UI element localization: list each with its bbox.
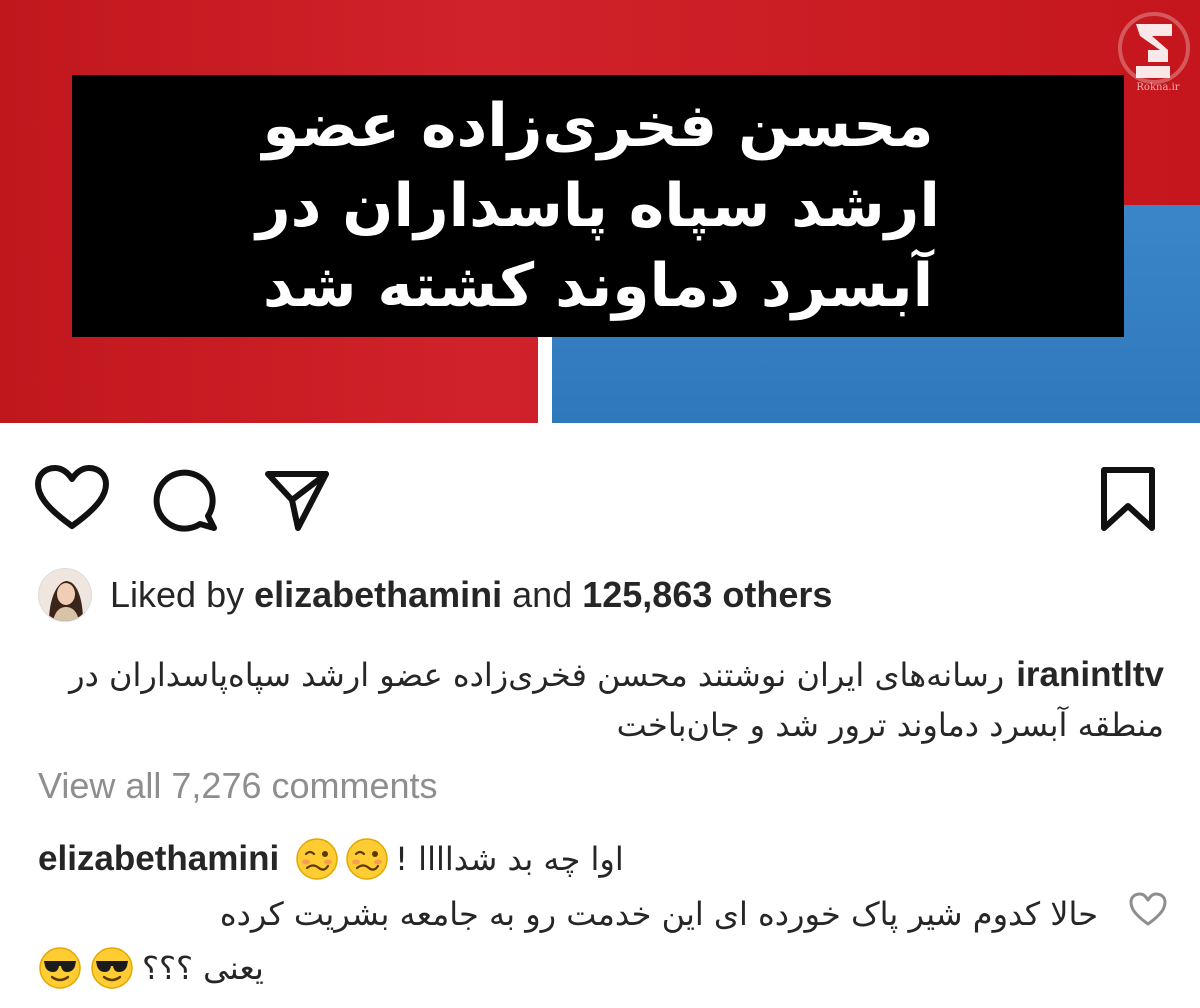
likes-prefix: Liked by [110, 574, 255, 615]
comment-header: elizabethamini اوا چه بد شداااا ! [38, 832, 624, 886]
likes-user-link[interactable]: elizabethamini [254, 574, 502, 615]
likes-count-link[interactable]: 125,863 others [582, 574, 832, 615]
comment-username[interactable]: elizabethamini [38, 839, 279, 879]
woozy-face-emoji [346, 838, 388, 880]
logo-caption: Rokna.ir [1136, 82, 1180, 93]
likes-text: Liked by elizabethamini and 125,863 othe… [110, 574, 832, 616]
avatar-photo [39, 569, 91, 621]
heart-icon[interactable] [34, 464, 110, 532]
comment-body: حالا کدوم شیر پاک خورده ای این خدمت رو ب… [219, 895, 1098, 933]
headline-box: محسن فخری‌زاده عضو ارشد سپاه پاسداران در… [72, 75, 1124, 337]
sunglasses-face-emoji [39, 947, 81, 989]
view-all-comments-link[interactable]: View all 7,276 comments [38, 765, 438, 807]
action-bar [0, 450, 1200, 540]
sunglasses-face-emoji [91, 947, 133, 989]
comment-tail-text: یعنی ؟؟؟ [142, 949, 264, 987]
avatar[interactable] [38, 568, 92, 622]
caption-username[interactable]: iranintltv [1016, 655, 1164, 694]
post-caption: iranintltvرسانه‌های ایران نوشتند محسن فخ… [38, 650, 1164, 750]
likes-row: Liked by elizabethamini and 125,863 othe… [38, 568, 832, 622]
likes-middle: and [502, 574, 583, 615]
comment-tail: یعنی ؟؟؟ [38, 942, 264, 994]
woozy-face-emoji [296, 838, 338, 880]
paper-plane-icon[interactable] [262, 464, 332, 534]
bookmark-icon[interactable] [1096, 464, 1160, 534]
comment-heart-icon[interactable] [1128, 890, 1168, 930]
comment-icon[interactable] [150, 464, 220, 534]
comment-head-text: اوا چه بد شداااا ! [395, 840, 624, 878]
headline-text: محسن فخری‌زاده عضو ارشد سپاه پاسداران در… [256, 91, 940, 321]
caption-text: رسانه‌های ایران نوشتند محسن فخری‌زاده عض… [69, 656, 1164, 744]
post-image[interactable]: محسن فخری‌زاده عضو ارشد سپاه پاسداران در… [0, 0, 1200, 423]
comment-head: اوا چه بد شداااا ! [295, 837, 624, 881]
